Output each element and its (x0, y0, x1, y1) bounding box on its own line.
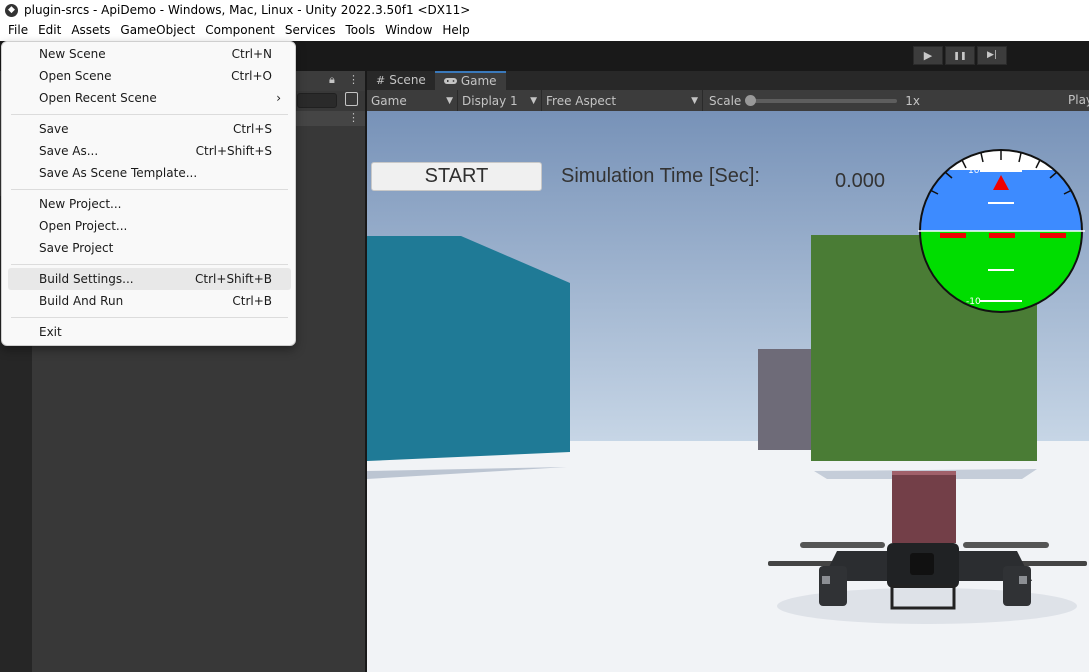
menu-item-new-scene[interactable]: New Scene Ctrl+N (8, 43, 291, 65)
chevron-down-icon: ▼ (691, 95, 698, 106)
scene-grid-icon: # (376, 74, 386, 87)
game-view-toolbar: Game ▼ Display 1 ▼ Free Aspect ▼ Scale 1… (367, 90, 1089, 111)
menu-help[interactable]: Help (437, 20, 474, 41)
menu-gameobject[interactable]: GameObject (115, 20, 200, 41)
hierarchy-search-input[interactable] (297, 93, 337, 108)
menu-item-shortcut: Ctrl+Shift+B (195, 272, 272, 286)
sim-time-value: 0.000 (835, 170, 886, 192)
menu-item-save-as[interactable]: Save As... Ctrl+Shift+S (8, 140, 291, 162)
menu-item-label: Save As Scene Template... (39, 166, 198, 180)
pitch-label-top: 10 (968, 166, 980, 176)
menu-item-shortcut: Ctrl+Shift+S (195, 144, 272, 158)
menu-item-label: New Project... (39, 197, 122, 211)
lock-icon[interactable]: 🔒︎ (329, 73, 335, 87)
menu-separator (11, 317, 288, 318)
menu-file[interactable]: File (3, 20, 33, 41)
sim-time-label: Simulation Time [Sec]: (561, 165, 760, 187)
menu-assets[interactable]: Assets (66, 20, 115, 41)
menu-item-label: Save Project (39, 241, 114, 255)
view-tabs: # Scene Game (367, 71, 1089, 90)
menu-item-build-settings[interactable]: Build Settings... Ctrl+Shift+B (8, 268, 291, 290)
hierarchy-search-bar (295, 91, 365, 111)
gamepad-icon (443, 73, 457, 90)
menu-tools[interactable]: Tools (341, 20, 381, 41)
menu-item-open-scene[interactable]: Open Scene Ctrl+O (8, 65, 291, 87)
unity-icon: ◆ (5, 3, 18, 17)
menu-item-shortcut: Ctrl+S (232, 122, 272, 136)
play-controls: ▶ ❚❚ ▶| (913, 46, 1009, 65)
chevron-right-icon: › (276, 91, 281, 105)
game-panel: # Scene Game Game ▼ Display 1 ▼ Free Asp… (367, 71, 1089, 672)
menu-item-shortcut: Ctrl+B (232, 294, 272, 308)
menu-item-shortcut: Ctrl+N (231, 47, 272, 61)
menu-item-save-as-scene-template[interactable]: Save As Scene Template... (8, 162, 291, 184)
menu-item-shortcut: Ctrl+O (231, 69, 272, 83)
chevron-down-icon: ▼ (530, 95, 537, 106)
menu-item-label: Exit (39, 325, 62, 339)
menu-item-open-project[interactable]: Open Project... (8, 215, 291, 237)
tab-scene[interactable]: # Scene (367, 71, 435, 90)
menu-item-label: Open Project... (39, 219, 128, 233)
more-options-icon[interactable]: ⋮ (348, 73, 359, 86)
menu-item-open-recent-scene[interactable]: Open Recent Scene › (8, 87, 291, 109)
play-mode-dropdown[interactable]: Play (1068, 93, 1089, 107)
menu-separator (11, 264, 288, 265)
tab-game[interactable]: Game (434, 71, 506, 90)
start-button[interactable]: START (371, 162, 542, 191)
row-options-icon[interactable]: ⋮ (348, 111, 359, 124)
menu-item-build-and-run[interactable]: Build And Run Ctrl+B (8, 290, 291, 312)
menu-separator (11, 189, 288, 190)
chevron-down-icon: ▼ (446, 95, 453, 106)
step-button[interactable]: ▶| (977, 46, 1007, 65)
scale-label: Scale (709, 93, 742, 108)
attitude-indicator: 10 -10 (918, 149, 1085, 313)
pause-button[interactable]: ❚❚ (945, 46, 975, 65)
aspect-dropdown[interactable]: Free Aspect ▼ (542, 90, 703, 111)
menu-services[interactable]: Services (280, 20, 341, 41)
pitch-label-bottom: -10 (966, 297, 981, 307)
menu-separator (11, 114, 288, 115)
display-value: Display 1 (462, 93, 518, 108)
menu-item-label: Save As... (39, 144, 99, 158)
menu-item-label: Build Settings... (39, 272, 134, 286)
menu-item-label: Save (39, 122, 69, 136)
tab-game-label: Game (460, 74, 497, 88)
search-icon[interactable] (345, 92, 358, 106)
menu-item-save[interactable]: Save Ctrl+S (8, 118, 291, 140)
menu-item-new-project[interactable]: New Project... (8, 193, 291, 215)
menu-bar: File Edit Assets GameObject Component Se… (0, 20, 1089, 41)
window-title: plugin-srcs - ApiDemo - Windows, Mac, Li… (24, 3, 471, 17)
tab-scene-label: Scene (389, 73, 426, 87)
menu-component[interactable]: Component (200, 20, 280, 41)
game-viewport[interactable]: START Simulation Time [Sec]: 0.000 10 -1… (367, 111, 1089, 672)
scale-control: Scale 1x (703, 94, 920, 108)
hierarchy-tab-bar: 🔒︎ ⋮ (295, 71, 365, 91)
file-menu-dropdown: New Scene Ctrl+N Open Scene Ctrl+O Open … (1, 41, 296, 346)
view-mode-dropdown[interactable]: Game ▼ (367, 90, 458, 111)
aspect-value: Free Aspect (546, 93, 617, 108)
menu-edit[interactable]: Edit (33, 20, 66, 41)
menu-item-exit[interactable]: Exit (8, 321, 291, 343)
display-dropdown[interactable]: Display 1 ▼ (458, 90, 542, 111)
scale-slider-handle[interactable] (745, 94, 757, 106)
title-bar: ◆ plugin-srcs - ApiDemo - Windows, Mac, … (0, 0, 1089, 20)
menu-item-save-project[interactable]: Save Project (8, 237, 291, 259)
view-mode-value: Game (371, 93, 407, 108)
menu-item-label: Build And Run (39, 294, 124, 308)
menu-item-label: Open Recent Scene (39, 91, 157, 105)
menu-window[interactable]: Window (380, 20, 437, 41)
hierarchy-header-row: ⋮ (295, 111, 365, 126)
scale-slider[interactable] (745, 94, 898, 106)
menu-item-label: New Scene (39, 47, 106, 61)
menu-item-label: Open Scene (39, 69, 112, 83)
scale-value: 1x (905, 93, 921, 108)
play-button[interactable]: ▶ (913, 46, 943, 65)
